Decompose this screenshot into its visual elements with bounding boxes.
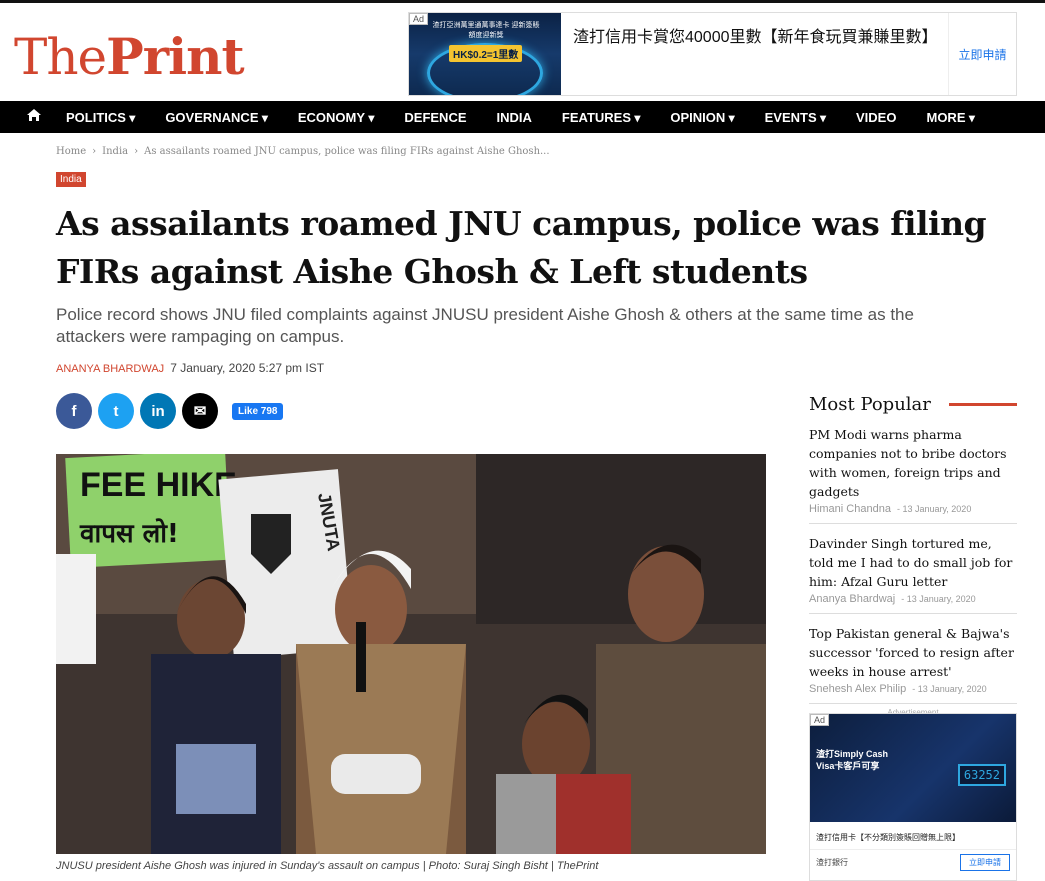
sign-hindi: वापस लो! — [79, 518, 179, 549]
linkedin-share-button[interactable]: in — [140, 393, 176, 429]
article-title: As assailants roamed JNU campus, police … — [56, 204, 987, 291]
sidebar-ad[interactable]: Ad 渣打Simply Cash Visa卡客戶可享 63252 渣打信用卡【不分… — [809, 713, 1017, 881]
list-item[interactable]: Top Pakistan general & Bajwa's successor… — [809, 614, 1017, 704]
popular-date: - 13 January, 2020 — [896, 504, 972, 514]
author-link[interactable]: ANANYA BHARDWAJ — [56, 363, 164, 375]
main-nav: POLITICS GOVERNANCE ECONOMY DEFENCE INDI… — [0, 101, 1045, 133]
ad-image-highlight: HK$0.2=1里數 — [449, 45, 523, 62]
popular-author[interactable]: Ananya Bhardwaj — [809, 593, 895, 605]
ad-image-text: 渣打亞洲萬里通萬事達卡 迎新簽賬額度迎新獎 — [432, 22, 540, 39]
list-item[interactable]: PM Modi warns pharma companies not to br… — [809, 415, 1017, 524]
top-ad-image[interactable]: Ad 渣打亞洲萬里通萬事達卡 迎新簽賬額度迎新獎 HK$0.2=1里數 — [409, 13, 561, 95]
popular-headline[interactable]: PM Modi warns pharma companies not to br… — [809, 425, 1017, 501]
nav-economy[interactable]: ECONOMY — [298, 110, 375, 125]
list-item[interactable]: Davinder Singh tortured me, told me I ha… — [809, 524, 1017, 614]
share-bar: f t in ✉ Like 798 — [56, 393, 284, 429]
article-photo[interactable]: FEE HIKE वापस लो! JNUTA — [56, 454, 766, 854]
logo-print: Print — [106, 27, 244, 86]
facebook-share-button[interactable]: f — [56, 393, 92, 429]
heading-rule — [948, 403, 1017, 406]
category-badge[interactable]: India — [56, 172, 86, 187]
nav-governance[interactable]: GOVERNANCE — [165, 110, 268, 125]
sidebar-ad-copy: 渣打Simply Cash Visa卡客戶可享 — [816, 749, 889, 771]
sidebar-ad-image[interactable]: Ad 渣打Simply Cash Visa卡客戶可享 63252 — [810, 714, 1016, 822]
photo-caption: JNUSU president Aishe Ghosh was injured … — [56, 860, 599, 872]
sidebar-ad-footer: 渣打銀行 立即申請 — [810, 850, 1016, 875]
sidebar-ad-counter: 63252 — [957, 764, 1006, 786]
facebook-like-button[interactable]: Like 798 — [232, 402, 284, 420]
most-popular-sidebar: Most Popular PM Modi warns pharma compan… — [809, 394, 1017, 717]
breadcrumb-section[interactable]: India — [102, 146, 128, 157]
byline: ANANYA BHARDWAJ 7 January, 2020 5:27 pm I… — [56, 361, 324, 375]
nav-video[interactable]: VIDEO — [856, 110, 896, 125]
most-popular-heading: Most Popular — [809, 394, 1017, 415]
popular-date: - 13 January, 2020 — [912, 684, 987, 694]
sign-fee-hike: FEE HIKE — [80, 466, 237, 504]
most-popular-title: Most Popular — [809, 394, 931, 415]
logo-the: The — [14, 28, 107, 86]
popular-meta: Ananya Bhardwaj - 13 January, 2020 — [809, 593, 1017, 605]
sidebar-ad-text[interactable]: 渣打信用卡【不分類別簽賬回贈無上限】 — [810, 822, 1016, 850]
home-icon[interactable] — [26, 108, 42, 126]
nav-india[interactable]: INDIA — [497, 110, 532, 125]
sidebar-ad-cta-button[interactable]: 立即申請 — [960, 854, 1010, 871]
nav-politics[interactable]: POLITICS — [66, 110, 135, 125]
ad-tag: Ad — [810, 714, 830, 726]
article-dek: Police record shows JNU filed complaints… — [56, 305, 914, 346]
masthead: ThePrint Ad 渣打亞洲萬里通萬事達卡 迎新簽賬額度迎新獎 HK$0.2… — [0, 3, 1045, 101]
popular-headline[interactable]: Top Pakistan general & Bajwa's successor… — [809, 624, 1017, 681]
sidebar-ad-brand: 渣打銀行 — [816, 858, 848, 867]
top-ad-banner[interactable]: Ad 渣打亞洲萬里通萬事達卡 迎新簽賬額度迎新獎 HK$0.2=1里數 渣打信用… — [408, 12, 1017, 96]
top-ad-cta-button[interactable]: 立即申請 — [948, 13, 1016, 95]
breadcrumb-current: As assailants roamed JNU campus, police … — [144, 146, 550, 157]
popular-date: - 13 January, 2020 — [901, 594, 976, 604]
popular-author[interactable]: Himani Chandna — [809, 503, 891, 515]
popular-headline[interactable]: Davinder Singh tortured me, told me I ha… — [809, 534, 1017, 591]
nav-more[interactable]: MORE — [926, 110, 974, 125]
site-logo[interactable]: ThePrint — [14, 27, 245, 86]
nav-opinion[interactable]: OPINION — [670, 110, 734, 125]
nav-defence[interactable]: DEFENCE — [404, 110, 466, 125]
popular-author[interactable]: Snehesh Alex Philip — [809, 683, 906, 695]
popular-meta: Himani Chandna - 13 January, 2020 — [809, 503, 1017, 515]
breadcrumb-home[interactable]: Home — [56, 146, 86, 157]
publish-date: 7 January, 2020 5:27 pm IST — [170, 361, 325, 375]
ad-tag: Ad — [409, 13, 429, 25]
nav-features[interactable]: FEATURES — [562, 110, 640, 125]
top-ad-headline[interactable]: 渣打信用卡賞您40000里數【新年食玩買兼賺里數】 — [561, 13, 948, 95]
email-share-button[interactable]: ✉ — [182, 393, 218, 429]
nav-events[interactable]: EVENTS — [765, 110, 826, 125]
popular-meta: Snehesh Alex Philip - 13 January, 2020 — [809, 683, 1017, 695]
twitter-share-button[interactable]: t — [98, 393, 134, 429]
breadcrumb: Home › India › As assailants roamed JNU camp… — [56, 146, 550, 157]
